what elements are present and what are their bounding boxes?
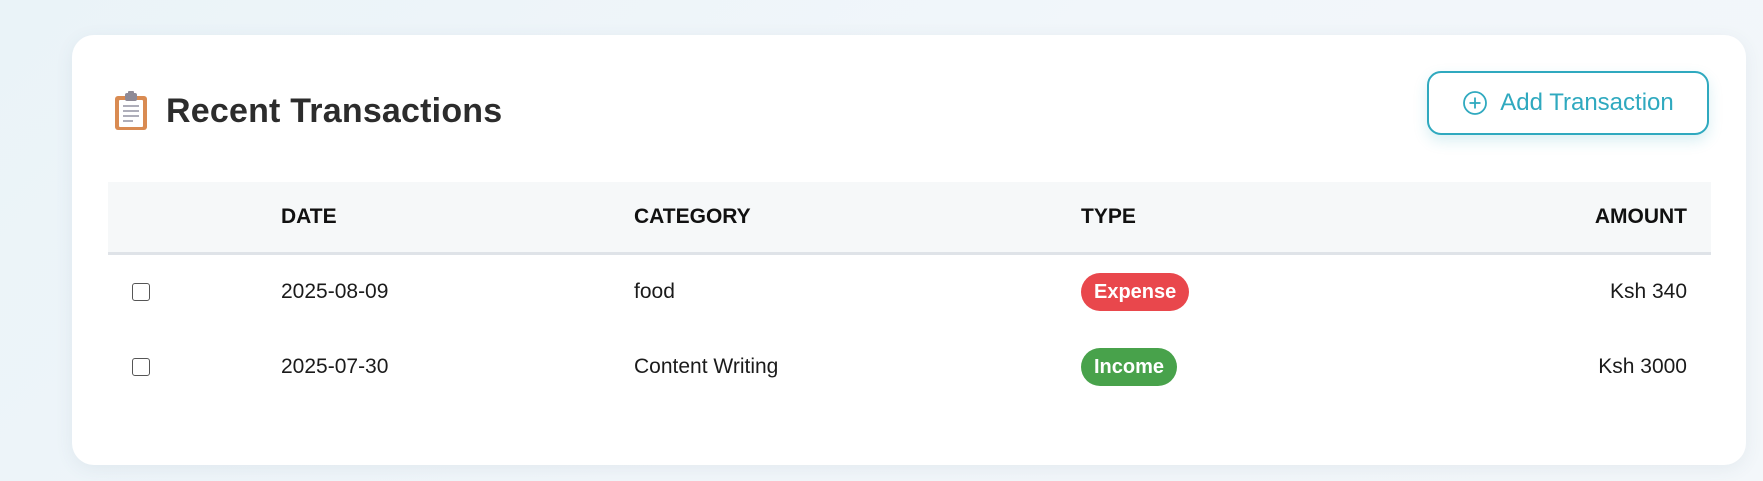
row-category: food — [634, 279, 675, 303]
transactions-table-wrap: DATE CATEGORY TYPE AMOUNT 2025-08-09 foo… — [108, 182, 1711, 405]
row-checkbox[interactable] — [132, 358, 150, 377]
table-row[interactable]: 2025-07-30 Content Writing Income Ksh 30… — [108, 329, 1711, 405]
title-group: Recent Transactions — [114, 91, 502, 131]
row-select-cell — [108, 329, 281, 405]
card-header: Recent Transactions Add Transaction — [72, 35, 1746, 185]
table-header-row: DATE CATEGORY TYPE AMOUNT — [108, 182, 1711, 253]
add-transaction-label: Add Transaction — [1500, 89, 1674, 116]
type-badge-income: Income — [1081, 348, 1178, 386]
clipboard-icon — [115, 91, 147, 130]
page-title: Recent Transactions — [166, 91, 503, 130]
transactions-card: Recent Transactions Add Transaction DATE… — [72, 35, 1746, 465]
row-category: Content Writing — [634, 355, 779, 378]
row-date: 2025-08-09 — [281, 279, 389, 303]
header-type[interactable]: TYPE — [1081, 182, 1461, 253]
header-select — [108, 182, 281, 253]
header-date[interactable]: DATE — [281, 182, 634, 253]
row-select-cell — [108, 253, 281, 329]
row-type-cell: Expense — [1081, 253, 1461, 329]
header-category[interactable]: CATEGORY — [634, 182, 1081, 253]
row-amount: Ksh 3000 — [1598, 355, 1687, 378]
transactions-table: DATE CATEGORY TYPE AMOUNT 2025-08-09 foo… — [108, 182, 1711, 405]
type-badge-expense: Expense — [1081, 272, 1190, 311]
row-type-cell: Income — [1081, 329, 1461, 405]
plus-circle-icon — [1463, 91, 1488, 115]
row-amount: Ksh 340 — [1609, 279, 1687, 303]
table-row[interactable]: 2025-08-09 food Expense Ksh 340 — [108, 253, 1711, 329]
header-amount[interactable]: AMOUNT — [1461, 182, 1711, 253]
row-date: 2025-07-30 — [281, 355, 389, 378]
add-transaction-button[interactable]: Add Transaction — [1427, 71, 1709, 135]
row-checkbox[interactable] — [132, 283, 150, 302]
